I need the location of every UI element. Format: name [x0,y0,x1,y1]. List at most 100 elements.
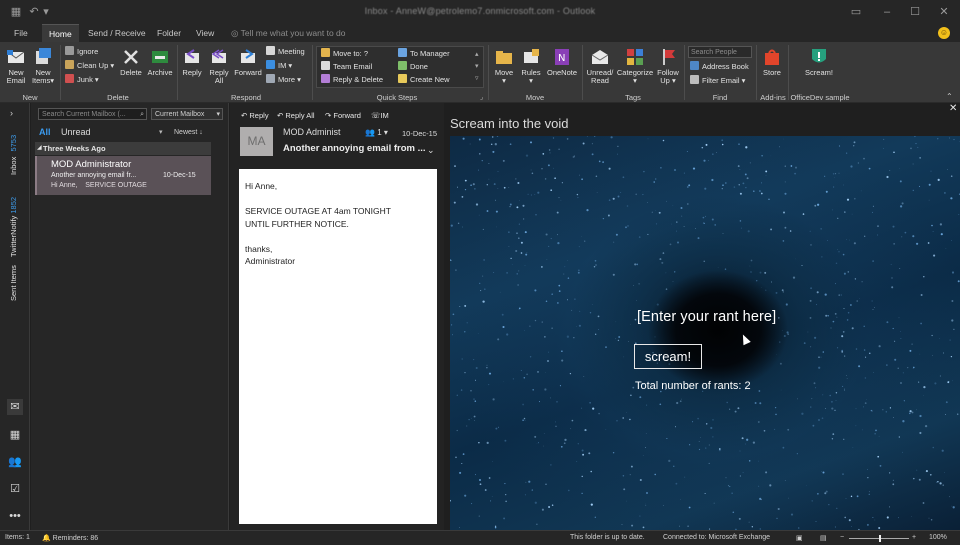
star [809,230,811,232]
status-reminders[interactable]: 🔔 Reminders: 86 [42,534,98,542]
scream-button[interactable]: scream! [634,344,702,369]
reading-forward-button[interactable]: ↷ Forward [325,111,361,120]
group-header[interactable]: ◢ Three Weeks Ago [35,142,211,155]
move-button[interactable]: Move ▾ [492,47,516,85]
reply-button[interactable]: Reply [180,47,204,77]
star [882,409,884,411]
address-book-button[interactable]: Address Book [690,61,749,73]
tasks-icon[interactable]: ☑ [7,481,23,497]
mail-list-item[interactable]: MOD Administrator Another annoying email… [35,156,211,195]
unread-read-button[interactable]: Unread/Read [585,47,615,85]
reading-reply-button[interactable]: ↶ Reply [241,111,269,120]
filter-unread[interactable]: Unread [61,127,91,137]
star [853,141,856,144]
star [763,429,766,432]
im-button[interactable]: IM ▾ [266,60,292,72]
folder-inbox[interactable]: Inbox 5753 [9,132,18,175]
reading-sender[interactable]: MOD Administ [283,127,341,137]
collapse-ribbon-icon[interactable]: ⌃ [946,92,953,101]
maximize-icon[interactable]: ☐ [907,4,923,20]
archive-button[interactable]: Archive [145,47,175,77]
quick-step-team-email[interactable]: Team Email [321,61,372,73]
filter-email-button[interactable]: Filter Email ▾ [690,75,745,87]
follow-up-button[interactable]: Follow Up ▾ [655,47,681,85]
star [622,176,625,179]
junk-button[interactable]: Junk ▾ [65,74,99,86]
star [856,495,859,498]
rant-input[interactable]: [Enter your rant here] [637,309,776,325]
close-icon[interactable]: ✕ [949,103,957,114]
onenote-button[interactable]: N OneNote [546,47,578,77]
quick-step-move-to[interactable]: Move to: ? [321,48,368,60]
categorize-button[interactable]: Categorize ▾ [616,47,654,85]
meeting-button[interactable]: Meeting [266,46,305,58]
tab-file[interactable]: File [14,24,28,42]
search-icon[interactable]: ⌕ [140,109,144,120]
reply-all-icon [211,49,226,63]
search-people-input[interactable]: Search People [688,46,752,58]
quick-steps-launcher-icon[interactable]: ⌟ [480,93,483,101]
quick-step-to-manager[interactable]: To Manager [398,48,450,60]
tab-home[interactable]: Home [42,24,79,42]
star [711,218,714,221]
mailbox-scope-select[interactable]: Current Mailbox ▾ [151,108,223,120]
minimize-icon[interactable]: – [879,4,895,20]
tell-me-box[interactable]: ◎ Tell me what you want to do [231,24,346,42]
star [488,372,492,375]
ribbon-display-icon[interactable]: ▭ [848,4,864,20]
zoom-slider-thumb[interactable] [879,535,881,542]
search-mailbox-input[interactable]: Search Current Mailbox (... ⌕ [38,108,147,120]
expand-folder-pane-icon[interactable]: › [10,108,13,118]
cleanup-button[interactable]: Clean Up ▾ [65,60,114,72]
filter-all[interactable]: All [39,127,51,137]
delete-button[interactable]: Delete [118,47,144,77]
star [560,199,562,201]
normal-view-icon[interactable]: ▣ [796,534,803,542]
star [450,499,451,502]
folder-twitternotify[interactable]: TwitterNotify 1852 [9,194,18,257]
zoom-in-icon[interactable]: + [912,534,916,541]
tab-view[interactable]: View [196,24,214,42]
filter-dropdown-icon[interactable]: ▾ [159,128,163,136]
folder-sent-items[interactable]: Sent Items [9,265,18,301]
calendar-icon[interactable]: ▦ [7,427,23,443]
recipients-count[interactable]: 👥 1 ▾ [365,128,388,137]
reply-all-button[interactable]: Reply All [206,47,232,85]
mail-icon[interactable]: ✉ [7,399,23,415]
more-respond-button[interactable]: More ▾ [266,74,301,86]
quick-step-done[interactable]: Done [398,61,428,73]
new-items-button[interactable]: New Items▾ [30,47,56,85]
reading-view-icon[interactable]: ▤ [820,534,827,542]
zoom-level[interactable]: 100% [929,534,947,541]
star [607,214,610,217]
quick-steps-scroll-icon[interactable]: ▴ ▾ ▿ [475,49,479,85]
reading-im-label: IM [380,111,389,120]
feedback-smiley-icon[interactable]: ☺ [938,27,950,39]
forward-button[interactable]: Forward [233,47,263,77]
people-icon[interactable]: 👥 [7,454,23,470]
tab-folder[interactable]: Folder [157,24,181,42]
new-email-button[interactable]: New Email [4,47,28,85]
ignore-button[interactable]: Ignore [65,46,98,58]
zoom-out-icon[interactable]: − [840,534,844,541]
reading-im-button[interactable]: ☏IM [371,111,389,120]
star [683,172,685,174]
star [922,502,925,504]
star [930,170,932,172]
reading-reply-all-button[interactable]: ↶ Reply All [277,111,315,120]
quick-step-reply-delete[interactable]: Reply & Delete [321,74,383,86]
expand-header-icon[interactable]: ⌄ [427,145,435,156]
star [760,287,762,288]
close-icon[interactable]: ✕ [936,4,952,20]
zoom-slider[interactable] [849,535,909,542]
tab-send-receive[interactable]: Send / Receive [88,24,146,42]
quick-step-create-new[interactable]: Create New [398,74,450,86]
sort-newest[interactable]: Newest ↓ [174,129,203,136]
group-label-respond: Respond [230,93,262,102]
scream-addin-button[interactable]: Scream! [800,47,838,77]
rules-button[interactable]: Rules ▾ [519,47,543,85]
more-icon[interactable]: ••• [7,508,23,524]
store-button[interactable]: Store [759,47,785,77]
star [541,266,543,268]
star [752,441,756,444]
